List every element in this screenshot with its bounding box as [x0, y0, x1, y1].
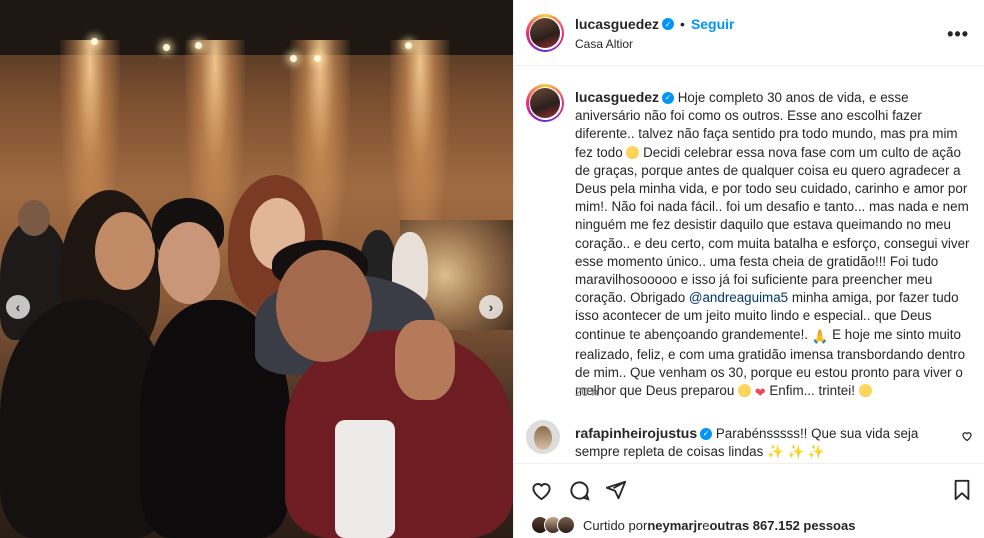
likes-user-link[interactable]: neymarjr	[647, 518, 702, 533]
avatar-image	[530, 18, 560, 48]
likes-others-link[interactable]: outras 867.152 pessoas	[709, 518, 855, 533]
red-heart-icon: ❤	[754, 385, 766, 401]
photo-background-guest-head	[18, 200, 50, 236]
post-header: lucasguedez ✓ • Seguir Casa Altior •••	[514, 0, 984, 66]
photo-spotlight	[163, 44, 170, 51]
photo-spotlight	[290, 55, 297, 62]
comment-avatar[interactable]	[526, 420, 560, 454]
post-timestamp[interactable]: 20 h	[575, 385, 598, 399]
send-plane-icon[interactable]	[604, 478, 628, 502]
verified-badge-icon: ✓	[700, 428, 713, 441]
header-separator: •	[680, 16, 685, 32]
caption-text: lucasguedez ✓ Hoje completo 30 anos de vi…	[575, 88, 975, 402]
bookmark-icon[interactable]	[950, 478, 974, 502]
sparkles-icon: ✨ ✨ ✨	[767, 444, 825, 460]
more-horizontal-icon[interactable]: •••	[947, 24, 969, 45]
liker-avatars	[531, 516, 577, 534]
comment-username[interactable]: rafapinheirojustus	[575, 425, 697, 441]
caption-text-part: Decidi celebrar essa nova fase com um cu…	[575, 144, 970, 306]
praying-hands-icon: 🙏	[811, 328, 829, 344]
heart-outline-icon[interactable]	[529, 478, 553, 502]
post-photo[interactable]: ‹ ›	[0, 0, 513, 538]
caption-avatar[interactable]	[526, 84, 564, 122]
comment-like-icon[interactable]	[961, 430, 973, 445]
follow-button[interactable]: Seguir	[691, 16, 735, 32]
likes-middle: e	[702, 517, 710, 533]
actions-bar: Curtido por neymarjr e outras 867.152 pe…	[514, 463, 984, 538]
verified-badge-icon: ✓	[662, 92, 675, 105]
photo-person-face	[95, 212, 155, 290]
photo-person-hand	[395, 320, 455, 400]
header-user-line: lucasguedez ✓ • Seguir	[575, 16, 735, 32]
comment-text: rafapinheirojustus ✓ Parabénsssss!! Que s…	[575, 424, 950, 461]
smiling-face-icon	[858, 384, 872, 398]
avatar-image	[530, 88, 560, 118]
photo-person-shirt	[335, 420, 395, 538]
photo-spotlight	[314, 55, 321, 62]
crying-face-icon	[738, 384, 752, 398]
post-username[interactable]: lucasguedez	[575, 16, 659, 32]
verified-badge-icon: ✓	[662, 18, 675, 30]
caption-mention-link[interactable]: @andreaguima5	[689, 290, 788, 305]
liker-avatar	[557, 516, 575, 534]
comment-bubble-icon[interactable]	[567, 478, 591, 502]
photo-spotlight	[405, 42, 412, 49]
post-location[interactable]: Casa Altior	[575, 37, 633, 51]
likes-prefix: Curtido por	[583, 517, 648, 533]
chevron-right-icon[interactable]: ›	[479, 295, 503, 319]
chevron-left-icon[interactable]: ‹	[6, 295, 30, 319]
caption-text-part: Enfim... trintei!	[765, 383, 859, 399]
photo-person-face	[276, 250, 372, 362]
photo-spotlight	[195, 42, 202, 49]
post-panel: lucasguedez ✓ • Seguir Casa Altior ••• l…	[513, 0, 984, 538]
caption-username[interactable]: lucasguedez	[575, 89, 659, 105]
crying-face-icon	[626, 145, 640, 159]
photo-spotlight	[91, 38, 98, 45]
avatar[interactable]	[526, 14, 564, 52]
likes-summary[interactable]: Curtido por neymarjr e outras 867.152 pe…	[531, 516, 855, 534]
photo-person-face	[158, 222, 220, 304]
